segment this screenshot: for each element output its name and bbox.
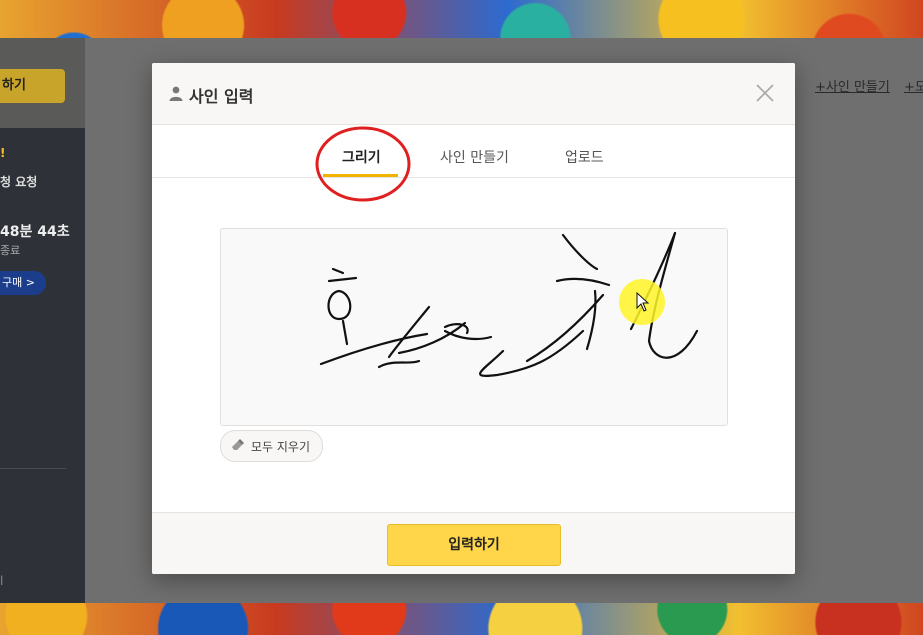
notice-mark: ! [0,146,6,160]
close-icon[interactable] [753,81,777,105]
clear-all-button[interactable]: 모두 지우기 [220,430,324,462]
modal-title-text: 사인 입력 [189,87,254,106]
tab-upload[interactable]: 업로드 [565,147,604,167]
signature-drawing [319,231,699,377]
top-links: +사인 만들기 +도 [815,76,923,95]
modal-header: 사인 입력 [152,63,795,125]
timer-text: 48분 44초 [0,224,70,240]
tab-bar: 그리기 사인 만들기 업로드 [152,125,795,178]
active-tab-indicator [323,174,398,177]
user-icon [169,86,183,105]
request-label: 청 요청 [0,175,38,189]
eraser-icon [231,438,245,454]
signature-canvas[interactable] [220,228,728,426]
make-sign-link[interactable]: +사인 만들기 [815,80,890,95]
clear-all-label: 모두 지우기 [251,439,311,454]
login-button[interactable]: 하기 [0,69,65,103]
left-divider [0,468,66,469]
end-label: 종료 [0,244,21,257]
submit-button[interactable]: 입력하기 [387,524,561,566]
footer-mark: l [0,574,4,588]
mouse-pointer-icon [636,292,650,312]
left-panel: 하기 ! 청 요청 48분 44초 종료 구매 > l [0,38,85,603]
sign-input-modal: 사인 입력 그리기 사인 만들기 업로드 모두 지우기 입력하기 [152,63,795,574]
tab-make-sign[interactable]: 사인 만들기 [440,147,509,167]
buy-button[interactable]: 구매 > [0,271,46,295]
modal-title: 사인 입력 [169,83,253,107]
tab-draw[interactable]: 그리기 [342,147,381,167]
more-link[interactable]: +도 [904,80,923,95]
modal-footer: 입력하기 [152,512,795,574]
